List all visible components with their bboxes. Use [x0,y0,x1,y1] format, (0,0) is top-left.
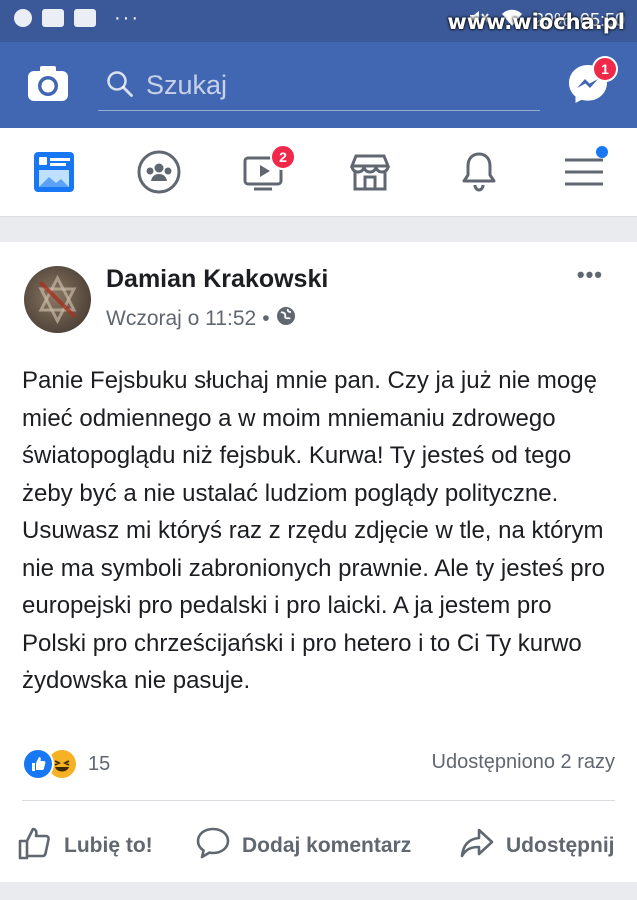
mail-icon [74,9,96,27]
meta-separator: • [262,307,270,330]
post-author[interactable]: Damian Krakowski [106,265,328,294]
post-timestamp[interactable]: Wczoraj o 11:52 [106,307,256,331]
post-options-icon[interactable]: ••• [577,262,603,288]
groups-icon [131,150,187,204]
like-reaction-icon [22,748,54,780]
tab-menu[interactable] [556,144,612,200]
globe-icon [276,306,296,332]
hamburger-icon [556,146,612,204]
share-label: Udostępnij [506,834,615,857]
bell-icon [451,152,507,204]
marketplace-icon [342,154,398,204]
app-bar: Szukaj 1 [0,42,637,128]
watermark: www.wiocha.pl [447,10,625,34]
tab-watch[interactable]: 2 [236,144,296,200]
video-icon [236,156,292,204]
like-label: Lubię to! [64,834,153,857]
more-notifications-indicator: ··· [114,7,140,29]
avatar[interactable] [24,266,91,333]
search-bar[interactable]: Szukaj [98,64,540,111]
post-meta: Wczoraj o 11:52 • [106,306,296,332]
search-placeholder: Szukaj [146,70,228,100]
like-button[interactable]: Lubię to! [16,824,153,868]
tab-marketplace[interactable] [342,144,398,200]
messenger-icon [566,65,610,110]
youtube-icon [42,9,64,27]
tab-news-feed[interactable] [26,144,82,200]
tab-notifications[interactable] [451,144,507,200]
post-card: Damian Krakowski Wczoraj o 11:52 • ••• P… [0,242,637,882]
thumbs-up-icon [16,824,54,868]
post-divider [22,800,615,801]
post-actions: Lubię to! Dodaj komentarz Udostępnij [0,820,637,864]
share-icon [458,824,496,868]
reaction-count: 15 [88,752,111,775]
comment-button[interactable]: Dodaj komentarz [194,824,411,868]
comment-icon [194,824,232,868]
nav-tabs: 2 [0,128,637,217]
notification-icon [14,9,32,27]
tab-groups[interactable] [131,144,187,200]
shares-count[interactable]: Udostępniono 2 razy [432,751,615,774]
reactions-summary[interactable]: 15 [22,748,110,780]
share-button[interactable]: Udostępnij [458,824,615,868]
camera-icon[interactable] [27,64,69,102]
watch-badge: 2 [270,144,296,170]
messenger-badge: 1 [592,56,618,82]
status-bar-left: ··· [14,7,140,29]
news-feed-icon [26,152,82,204]
search-icon [106,70,134,98]
post-text: Panie Fejsbuku słuchaj mnie pan. Czy ja … [22,367,605,694]
messenger-button[interactable]: 1 [566,56,618,110]
comment-label: Dodaj komentarz [242,834,412,857]
